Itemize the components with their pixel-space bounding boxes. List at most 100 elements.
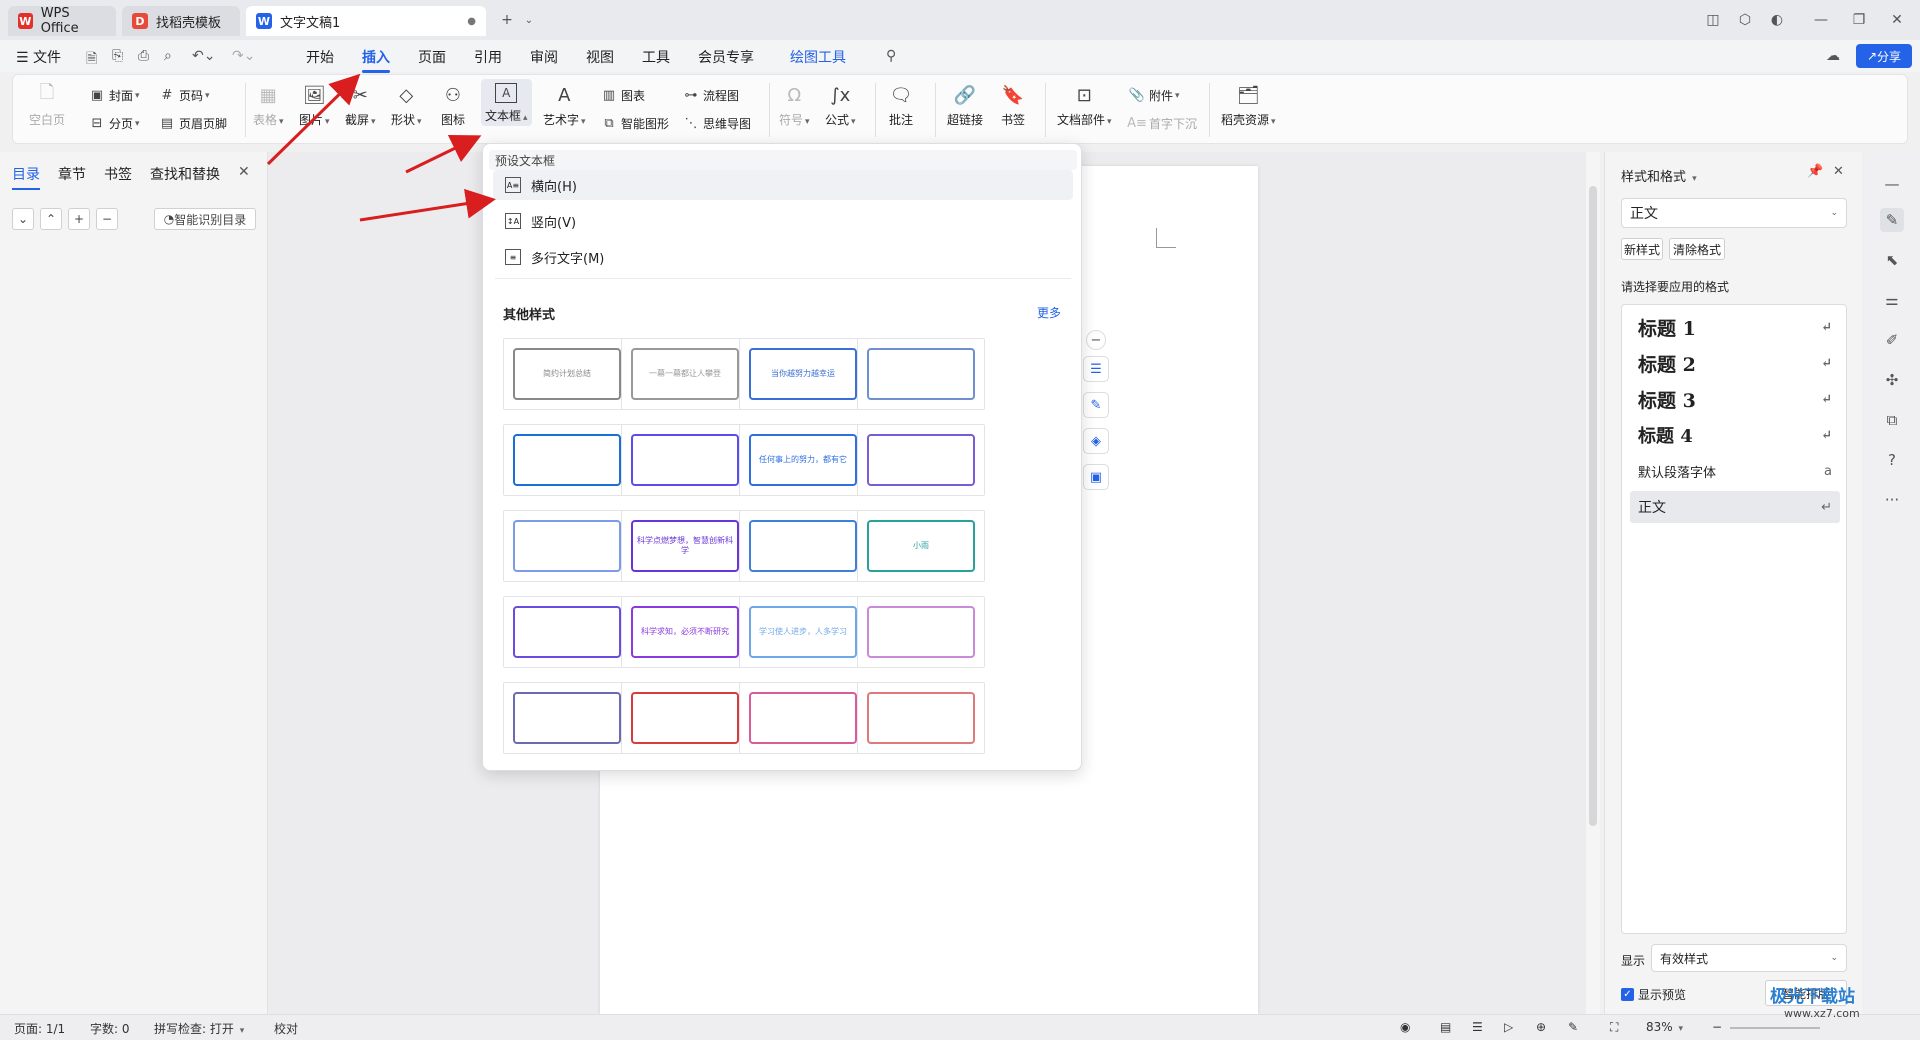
style-brush-icon[interactable]: ✎ [1880, 208, 1904, 232]
more-styles-link[interactable]: 更多 [1037, 304, 1061, 321]
clear-format-button[interactable]: 清除格式 [1669, 238, 1725, 260]
more-icon[interactable]: ··· [1880, 488, 1904, 512]
fit-page-icon[interactable]: ⛶ [1610, 1020, 1618, 1035]
tab-docer-templates[interactable]: D 找稻壳模板 [122, 6, 240, 36]
tab-wps-office[interactable]: W WPS Office [8, 6, 116, 36]
menu-page[interactable]: 页面 [418, 47, 446, 67]
nav-tab-chapters[interactable]: 章节 [58, 164, 86, 184]
undo-icon[interactable]: ↶⌄ [192, 48, 215, 64]
unsaved-dot-icon[interactable]: ● [467, 16, 476, 27]
header-footer-button[interactable]: ▤ 页眉页脚 [159, 115, 227, 132]
style-body-text[interactable]: 正文 ↵ [1630, 491, 1840, 523]
translate-icon[interactable]: ⧉ [1880, 408, 1904, 432]
file-menu[interactable]: ☰ 文件 [16, 47, 61, 67]
textbox-style-thumb[interactable]: 当你越努力越幸运 [739, 338, 867, 410]
avatar[interactable]: ◐ [1766, 10, 1788, 30]
formula-button[interactable]: ∫x 公式 ▾ [825, 83, 856, 128]
table-button[interactable]: ▦ 表格 ▾ [253, 83, 284, 128]
close-window-icon[interactable]: ✕ [1886, 10, 1908, 30]
fill-color-icon[interactable]: ◈ [1083, 428, 1109, 454]
textbox-style-thumb[interactable] [503, 596, 631, 668]
textbox-style-thumb[interactable] [857, 682, 985, 754]
nav-tab-find-replace[interactable]: 查找和替换 [150, 164, 220, 184]
outline-view-icon[interactable]: ☰ [1472, 1020, 1483, 1034]
layout-options-icon[interactable]: ☰ [1083, 356, 1109, 382]
cube-icon[interactable]: ⬡ [1734, 10, 1756, 30]
textbox-style-thumb[interactable] [503, 682, 631, 754]
restore-icon[interactable]: ❐ [1848, 10, 1870, 30]
menu-member[interactable]: 会员专享 [698, 47, 754, 67]
collapse-rail-icon[interactable]: — [1880, 172, 1904, 196]
textbox-vertical-item[interactable]: ↕A 竖向(V) [493, 206, 1073, 236]
styles-pane-title[interactable]: 样式和格式 ▾ [1621, 166, 1697, 185]
vertical-scrollbar[interactable] [1586, 152, 1600, 1014]
show-preview-checkbox[interactable]: ✓ 显示预览 [1621, 986, 1686, 1003]
menu-tools[interactable]: 工具 [642, 47, 670, 67]
picture-button[interactable]: 🖼 图片 ▾ [299, 83, 330, 128]
redo-icon[interactable]: ↷⌄ [232, 48, 255, 64]
textbox-button[interactable]: A 文本框 ▴ [481, 79, 532, 126]
help-icon[interactable]: ? [1880, 448, 1904, 472]
new-tab-icon[interactable]: + [496, 10, 518, 30]
close-styles-icon[interactable]: ✕ [1833, 164, 1844, 179]
menu-reference[interactable]: 引用 [474, 47, 502, 67]
page-number-button[interactable]: # 页码 ▾ [159, 87, 210, 104]
settings-sliders-icon[interactable]: ⚌ [1880, 288, 1904, 312]
smart-toc-button[interactable]: ◔ 智能识别目录 [154, 208, 256, 230]
menu-drawing-tools[interactable]: 绘图工具 [790, 47, 846, 67]
edit-doc-icon[interactable]: ✐ [1880, 328, 1904, 352]
pen-icon[interactable]: ✎ [1083, 392, 1109, 418]
textbox-style-thumb[interactable] [857, 424, 985, 496]
smart-graphic-button[interactable]: ⧉ 智能图形 [601, 115, 669, 132]
style-heading-2[interactable]: 标题 2 ↵ [1630, 347, 1840, 379]
tab-document-1[interactable]: W 文字文稿1 ● [246, 6, 486, 36]
share-button[interactable]: ↗ 分享 [1856, 44, 1912, 68]
cover-button[interactable]: ▣ 封面 ▾ [89, 87, 140, 104]
textbox-style-thumb[interactable]: 小雨 [857, 510, 985, 582]
page-view-icon[interactable]: ▤ [1440, 1020, 1451, 1034]
textbox-style-thumb[interactable] [503, 510, 631, 582]
expand-up-icon[interactable]: ⌃ [40, 208, 62, 230]
textbox-style-thumb[interactable]: 一幕一幕都让人攀登 [621, 338, 749, 410]
proofread-button[interactable]: 校对 [274, 1020, 298, 1037]
show-filter-select[interactable]: 有效样式 ⌄ [1651, 944, 1847, 972]
chart-button[interactable]: ▥ 图表 [601, 87, 645, 104]
drop-cap-button[interactable]: A≡ 首字下沉 [1127, 115, 1197, 132]
web-view-icon[interactable]: ⊕ [1536, 1020, 1546, 1034]
eye-protection-icon[interactable]: ◉ [1400, 1020, 1410, 1034]
nav-tab-bookmarks[interactable]: 书签 [104, 164, 132, 184]
word-count[interactable]: 字数: 0 [90, 1020, 130, 1037]
textbox-style-thumb[interactable] [857, 596, 985, 668]
hyperlink-button[interactable]: 🔗 超链接 [947, 83, 983, 128]
nav-tab-toc[interactable]: 目录 [12, 164, 40, 190]
wordart-button[interactable]: A 艺术字 ▾ [543, 83, 586, 128]
attachment-button[interactable]: 📎 附件 ▾ [1129, 87, 1180, 104]
print-preview-icon[interactable]: ⌕ [164, 48, 172, 64]
layout-icon[interactable]: ◫ [1702, 10, 1724, 30]
textbox-style-thumb[interactable]: 任何事上的努力，都有它 [739, 424, 867, 496]
style-default-paragraph-font[interactable]: 默认段落字体 a [1630, 455, 1840, 487]
zoom-level[interactable]: 83% ▾ [1646, 1020, 1683, 1034]
screenshot-button[interactable]: ✂ 截屏 ▾ [345, 83, 376, 128]
search-icon[interactable]: ⚲ [886, 48, 896, 64]
flowchart-button[interactable]: ⊶ 流程图 [683, 87, 740, 104]
new-style-button[interactable]: 新样式 [1621, 238, 1663, 260]
mindmap-button[interactable]: ⋱ 思维导图 [683, 115, 752, 132]
collapse-all-icon[interactable]: ⌄ [12, 208, 34, 230]
tab-list-chevron-icon[interactable]: ⌄ [518, 10, 540, 30]
textbox-style-thumb[interactable] [503, 424, 631, 496]
symbol-button[interactable]: Ω 符号 ▾ [779, 83, 810, 128]
save-icon[interactable]: 🗎 [86, 48, 97, 72]
blank-page-button[interactable]: 🗋 空白页 [29, 82, 65, 128]
textbox-style-thumb[interactable]: 科学求知，必须不断研究 [621, 596, 749, 668]
textbox-style-thumb[interactable]: 学习使人进步，人多学习 [739, 596, 867, 668]
tools-icon[interactable]: ✣ [1880, 368, 1904, 392]
icon-button[interactable]: ⚇ 图标 [441, 83, 465, 128]
page-break-button[interactable]: ⊟ 分页 ▾ [89, 115, 140, 132]
textbox-style-thumb[interactable] [739, 510, 867, 582]
remove-heading-icon[interactable]: − [96, 208, 118, 230]
textbox-style-thumb[interactable]: 科学点燃梦想，智慧创新科学 [621, 510, 749, 582]
minimize-icon[interactable]: — [1810, 10, 1832, 30]
textbox-style-thumb[interactable] [739, 682, 867, 754]
border-color-icon[interactable]: ▣ [1083, 464, 1109, 490]
